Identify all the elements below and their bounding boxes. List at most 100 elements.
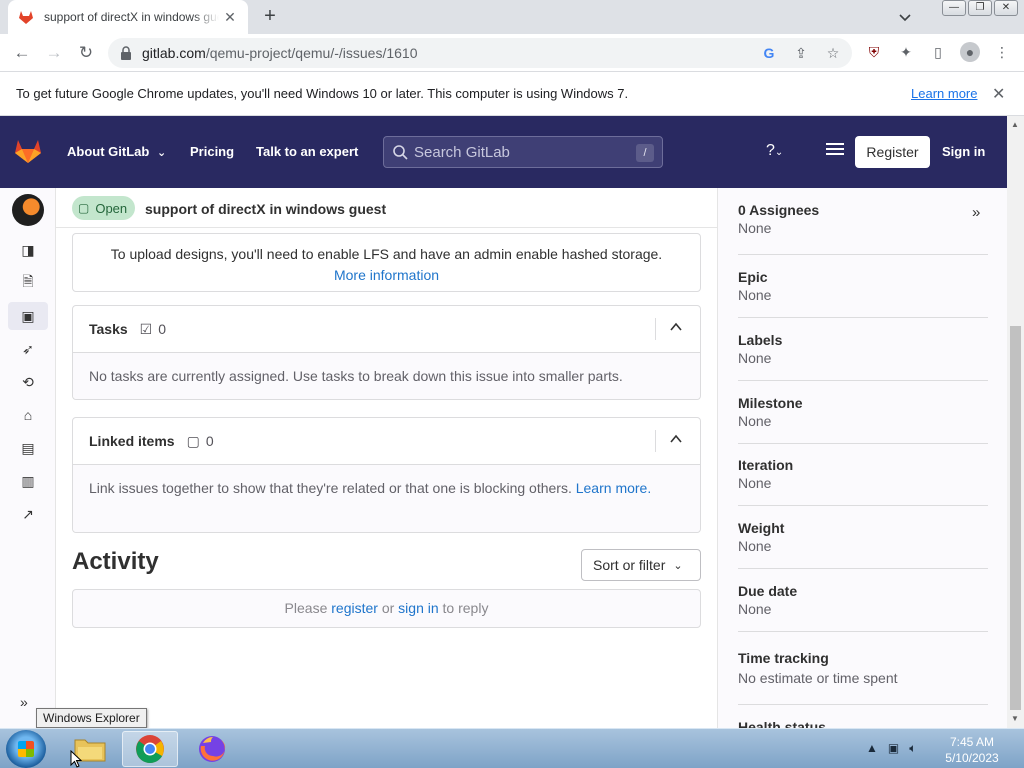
tab-title: support of directX in windows guest: [44, 10, 219, 24]
project-avatar[interactable]: [12, 194, 44, 226]
tasks-heading: Tasks: [89, 321, 128, 337]
ublock-extension-icon[interactable]: ⛨: [864, 42, 884, 62]
sidebar-epic[interactable]: Epic None: [738, 269, 988, 318]
forward-icon[interactable]: →: [43, 42, 65, 64]
browser-tab-strip: support of directX in windows guest ✕ + …: [0, 0, 1024, 34]
tasks-count: 0: [158, 321, 167, 337]
external-link-icon: ↗: [22, 505, 34, 522]
address-bar[interactable]: gitlab.com/qemu-project/qemu/-/issues/16…: [108, 38, 852, 68]
sidebar-item-packages[interactable]: ⌂: [8, 401, 48, 429]
sidebar-weight[interactable]: Weight None: [738, 520, 988, 569]
search-icon: [393, 145, 408, 160]
milestone-label: Milestone: [738, 395, 803, 411]
lock-icon: [121, 46, 131, 60]
scrollbar-thumb[interactable]: [1010, 326, 1021, 710]
taskbar-clock[interactable]: 7:45 AM 5/10/2023: [940, 734, 1004, 766]
close-window-button[interactable]: ✕: [994, 0, 1018, 16]
reply-suffix: to reply: [442, 600, 489, 616]
start-button[interactable]: [6, 730, 46, 768]
project-sidebar: ◨ 🗎 ▣ ➶ ⟲ ⌂ ▤ ▥ ↗ »: [0, 188, 56, 728]
search-input[interactable]: [414, 143, 634, 161]
sidebar-due-date[interactable]: Due date None: [738, 583, 988, 632]
bookmark-star-icon[interactable]: ☆: [824, 44, 842, 62]
chevron-down-icon: ⌄: [673, 559, 683, 572]
package-icon: ⌂: [23, 407, 33, 423]
back-icon[interactable]: ←: [11, 42, 33, 64]
status-badge: ▢ Open: [72, 196, 136, 220]
gitlab-header: About GitLab ⌄ Pricing Talk to an expert…: [0, 116, 1007, 188]
chrome-menu-icon[interactable]: ⋮: [992, 42, 1012, 62]
infobar-close-icon[interactable]: ✕: [992, 84, 1005, 104]
mouse-cursor-icon: [70, 750, 82, 768]
sidebar-assignees[interactable]: 0 Assignees None: [738, 202, 988, 255]
chrome-icon: [136, 735, 164, 763]
due-date-label: Due date: [738, 583, 798, 599]
tab-search-chevron-icon[interactable]: [896, 8, 914, 26]
scroll-down-icon[interactable]: ▼: [1011, 714, 1019, 723]
linked-items-collapse-chevron-icon[interactable]: [669, 432, 683, 446]
sidebar-labels[interactable]: Labels None: [738, 332, 988, 381]
sidebar-item-repository[interactable]: 🗎: [8, 269, 48, 297]
sidebar-item-external-link[interactable]: ↗: [8, 500, 48, 528]
pricing-link[interactable]: Pricing: [190, 144, 234, 159]
system-tray: ▲ ▣ 🔈︎: [866, 741, 916, 756]
register-button[interactable]: Register: [855, 136, 930, 168]
sidebar-item-project-info[interactable]: ◨: [8, 236, 48, 264]
scroll-up-icon[interactable]: ▲: [1011, 120, 1019, 129]
browser-tab[interactable]: support of directX in windows guest ✕: [8, 0, 248, 34]
tasks-collapse-chevron-icon[interactable]: [669, 320, 683, 334]
extensions-puzzle-icon[interactable]: ✦: [896, 42, 916, 62]
infobar-learn-more-link[interactable]: Learn more: [911, 86, 977, 101]
share-icon[interactable]: ⇪: [792, 44, 810, 62]
taskbar-chrome[interactable]: [122, 731, 178, 767]
hamburger-menu-icon[interactable]: [826, 142, 844, 156]
register-link[interactable]: register: [331, 600, 378, 616]
minimize-button[interactable]: —: [942, 0, 966, 16]
page-scrollbar[interactable]: ▲ ▼: [1007, 116, 1024, 728]
sidebar-milestone[interactable]: Milestone None: [738, 395, 988, 444]
sort-or-filter-dropdown[interactable]: Sort or filter ⌄: [581, 549, 701, 581]
sidebar-iteration[interactable]: Iteration None: [738, 457, 988, 506]
firefox-icon: [199, 736, 226, 762]
time-tracking-value: No estimate or time spent: [738, 670, 898, 686]
sidebar-item-deployments[interactable]: ⟲: [8, 368, 48, 396]
network-icon[interactable]: ▣: [888, 741, 899, 756]
sidebar-item-monitor[interactable]: ▤: [8, 434, 48, 462]
reload-icon[interactable]: ↻: [75, 42, 97, 64]
browser-toolbar: ← → ↻ gitlab.com/qemu-project/qemu/-/iss…: [0, 34, 1024, 72]
new-tab-icon[interactable]: +: [258, 5, 282, 29]
sidebar-item-analytics[interactable]: ▥: [8, 467, 48, 495]
clock-time: 7:45 AM: [949, 735, 995, 749]
sign-in-link[interactable]: Sign in: [942, 144, 985, 159]
learn-more-link[interactable]: Learn more.: [576, 480, 652, 496]
windows-taskbar: ▲ ▣ 🔈︎ 7:45 AM 5/10/2023: [0, 728, 1024, 768]
taskbar-firefox[interactable]: [184, 731, 240, 767]
show-hidden-icons-icon[interactable]: ▲: [866, 741, 878, 756]
sidebar-item-issues[interactable]: ▣: [8, 302, 48, 330]
google-icon[interactable]: G: [760, 44, 778, 62]
sidebar-time-tracking[interactable]: Time tracking No estimate or time spent: [738, 650, 988, 705]
weight-value: None: [738, 538, 772, 554]
help-menu-icon[interactable]: ?⌄: [766, 142, 783, 160]
side-panel-icon[interactable]: ▯: [928, 42, 948, 62]
volume-icon[interactable]: 🔈︎: [909, 741, 916, 756]
sign-in-reply-link[interactable]: sign in: [398, 600, 438, 616]
maximize-button[interactable]: ❐: [968, 0, 992, 16]
profile-avatar-icon[interactable]: ●: [960, 42, 980, 62]
collapse-sidebar-icon[interactable]: »: [20, 694, 28, 710]
status-badge-label: Open: [95, 200, 128, 216]
epic-label: Epic: [738, 269, 768, 285]
document-icon: 🗎: [22, 273, 34, 289]
sidebar-item-ci-cd[interactable]: ➶: [8, 335, 48, 363]
window-controls: — ❐ ✕: [942, 0, 1018, 16]
gitlab-logo-icon[interactable]: [14, 138, 42, 164]
sidebar-health-status[interactable]: Health status: [738, 719, 988, 728]
rocket-icon: ➶: [22, 340, 34, 357]
search-box[interactable]: /: [383, 136, 663, 168]
more-information-link[interactable]: More information: [334, 267, 439, 283]
issue-right-sidebar: » 0 Assignees None Epic None Labels None…: [717, 188, 1007, 728]
upload-notice-text: To upload designs, you'll need to enable…: [110, 246, 663, 262]
talk-to-expert-link[interactable]: Talk to an expert: [256, 144, 358, 159]
about-gitlab-menu[interactable]: About GitLab ⌄: [67, 144, 166, 159]
tab-close-icon[interactable]: ✕: [222, 9, 238, 26]
